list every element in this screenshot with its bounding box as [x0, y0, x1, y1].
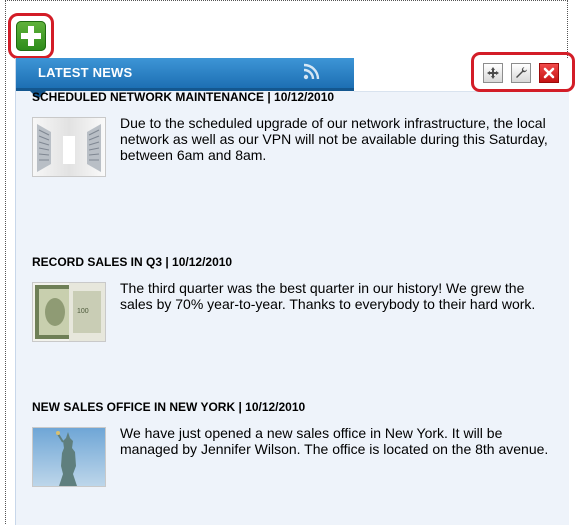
svg-text:100: 100: [77, 308, 89, 315]
plus-icon-bar: [21, 33, 41, 39]
widget-controls-highlight: [471, 52, 575, 92]
move-icon: [487, 67, 499, 79]
settings-button[interactable]: [511, 63, 531, 83]
news-headline[interactable]: RECORD SALES IN Q3 | 10/12/2010: [32, 255, 562, 269]
statue-of-liberty-image[interactable]: [32, 427, 106, 487]
latest-news-widget: LATEST NEWS SCHEDULED NETWORK MAINTENANC…: [15, 58, 569, 525]
news-text: Due to the scheduled upgrade of our netw…: [120, 115, 548, 163]
news-item: RECORD SALES IN Q3 | 10/12/2010 100 The …: [32, 255, 562, 342]
rss-icon[interactable]: [302, 63, 320, 81]
close-button[interactable]: [539, 63, 559, 83]
wrench-icon: [516, 67, 527, 78]
add-widget-button[interactable]: [16, 21, 46, 51]
news-item: NEW SALES OFFICE IN NEW YORK | 10/12/201…: [32, 400, 562, 487]
widget-title: LATEST NEWS: [38, 65, 133, 80]
news-text: We have just opened a new sales office i…: [120, 425, 549, 457]
news-headline[interactable]: NEW SALES OFFICE IN NEW YORK | 10/12/201…: [32, 400, 562, 414]
news-headline[interactable]: SCHEDULED NETWORK MAINTENANCE | 10/12/20…: [32, 90, 562, 104]
server-room-image[interactable]: [32, 117, 106, 177]
news-text: The third quarter was the best quarter i…: [120, 280, 536, 312]
news-item: SCHEDULED NETWORK MAINTENANCE | 10/12/20…: [32, 90, 562, 177]
widget-tab: LATEST NEWS: [16, 58, 354, 91]
money-image[interactable]: 100: [32, 282, 106, 342]
add-widget-highlight[interactable]: [8, 13, 54, 59]
close-icon: [543, 67, 555, 79]
move-button[interactable]: [483, 63, 503, 83]
